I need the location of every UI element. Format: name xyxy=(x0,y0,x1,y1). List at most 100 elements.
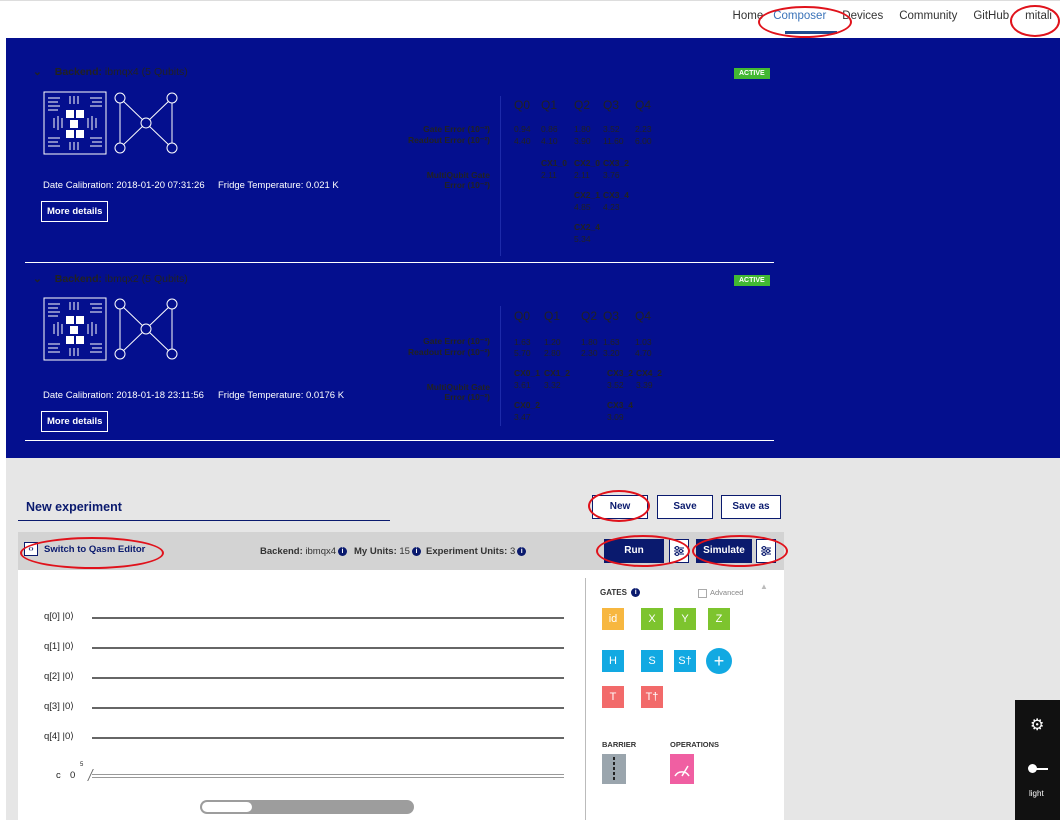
more-details-button[interactable]: More details xyxy=(41,411,109,432)
scroll-up-icon[interactable]: ▲ xyxy=(760,582,768,591)
gate-sdg[interactable]: S† xyxy=(674,650,696,672)
status-badge: ACTIVE xyxy=(734,275,770,286)
advanced-toggle[interactable]: Advanced xyxy=(698,588,743,598)
qubit-header: Q3 xyxy=(603,98,620,112)
backend-2-name: ibmqx2 (5 Qubits) xyxy=(104,273,188,285)
barrier-gate[interactable] xyxy=(602,754,626,784)
cx-name: CX0_1 xyxy=(514,368,540,378)
gate-s[interactable]: S xyxy=(641,650,663,672)
multiqubit-label-unit: Error (10⁻²) xyxy=(444,392,490,402)
switch-qasm-button[interactable]: Switch to Qasm Editor xyxy=(44,544,145,555)
cx-name: CX3_2 xyxy=(603,158,629,168)
gate-y[interactable]: Y xyxy=(674,608,696,630)
qubit-header: Q1 xyxy=(544,309,561,323)
classical-wire-top[interactable] xyxy=(92,774,564,775)
barrier-icon xyxy=(613,757,615,781)
cx-value: 4.85 xyxy=(574,202,591,212)
qubit-label: q[2] |0⟩ xyxy=(44,671,74,682)
gates-title: GATES i xyxy=(600,588,641,598)
nav-devices[interactable]: Devices xyxy=(834,10,891,22)
table-divider xyxy=(500,306,501,426)
cx-name: CX1_2 xyxy=(544,368,570,378)
simulate-settings-icon[interactable] xyxy=(756,539,776,563)
readout-error-value: 4.40 xyxy=(514,136,531,146)
qubit-label: q[1] |0⟩ xyxy=(44,641,74,652)
qubit-connectivity-diagram xyxy=(114,92,178,154)
qubit-wire[interactable] xyxy=(92,647,564,649)
qubit-label: q[0] |0⟩ xyxy=(44,611,74,622)
cx-name: CX4_2 xyxy=(636,368,662,378)
new-button[interactable]: New xyxy=(592,495,648,519)
run-button[interactable]: Run xyxy=(604,539,664,563)
gate-error-label: Gate Error (10⁻³) xyxy=(423,336,490,346)
save-button[interactable]: Save xyxy=(657,495,713,519)
info-icon[interactable]: i xyxy=(411,546,421,556)
cx-value: 3.32 xyxy=(544,380,561,390)
qubit-wire[interactable] xyxy=(92,737,564,739)
nav-community[interactable]: Community xyxy=(891,10,965,22)
theme-toggle-track[interactable] xyxy=(1036,768,1048,770)
qubit-header: Q0 xyxy=(514,309,531,323)
experiment-title[interactable]: New experiment xyxy=(26,500,122,514)
table-divider xyxy=(500,96,501,256)
top-nav: Home Composer Devices Community GitHub m… xyxy=(725,10,1060,22)
gate-t[interactable]: T xyxy=(602,686,624,708)
readout-error-value: 4.70 xyxy=(635,348,652,358)
cx-name: CX0_2 xyxy=(514,400,540,410)
cx-name: CX3_2 xyxy=(607,368,633,378)
bug-icon[interactable]: ⚙ xyxy=(1030,715,1044,735)
chevron-down-icon[interactable]: ⌄ xyxy=(33,273,42,285)
chip-image xyxy=(40,294,110,364)
gate-x[interactable]: X xyxy=(641,608,663,630)
run-settings-icon[interactable] xyxy=(669,539,689,563)
nav-github[interactable]: GitHub xyxy=(965,10,1017,22)
gate-z[interactable]: Z xyxy=(708,608,730,630)
add-gate-icon[interactable]: + xyxy=(706,648,732,674)
calibration-date: Date Calibration: 2018-01-18 23:11:56 xyxy=(43,390,204,401)
backend-1-header[interactable]: ⌄ Backend: ibmqx4 (5 Qubits) xyxy=(33,66,188,78)
cx-name: CX3_4 xyxy=(603,190,629,200)
readout-error-value: 3.90 xyxy=(574,136,591,146)
cx-value: 5.34 xyxy=(574,234,591,244)
qubit-label: q[3] |0⟩ xyxy=(44,701,74,712)
nav-user[interactable]: mitali xyxy=(1017,10,1060,22)
chevron-down-icon[interactable]: ⌄ xyxy=(33,66,42,78)
gate-error-value: 0.86 xyxy=(541,124,558,134)
info-icon[interactable]: i xyxy=(517,546,527,556)
barrier-label: BARRIER xyxy=(602,740,637,749)
gate-tdg[interactable]: T† xyxy=(641,686,663,708)
code-toggle-icon[interactable]: ‹› xyxy=(24,542,38,556)
readout-error-label: Readout Error (10⁻²) xyxy=(408,347,490,357)
qubit-wire[interactable] xyxy=(92,677,564,679)
cx-value: 4.23 xyxy=(603,202,620,212)
readout-error-value: 5.70 xyxy=(514,348,531,358)
gate-h[interactable]: H xyxy=(602,650,624,672)
qubit-label: q[4] |0⟩ xyxy=(44,731,74,742)
readout-error-value: 4.10 xyxy=(541,136,558,146)
classical-bit-count: 5 xyxy=(80,762,84,768)
qubit-wire[interactable] xyxy=(92,617,564,619)
info-icon[interactable]: i xyxy=(631,588,641,598)
gate-id[interactable]: id xyxy=(602,608,624,630)
gate-error-value: 1.63 xyxy=(514,337,531,347)
advanced-checkbox[interactable] xyxy=(698,588,707,598)
nav-composer[interactable]: Composer xyxy=(765,10,834,22)
info-icon[interactable]: i xyxy=(338,546,348,556)
title-underline xyxy=(18,520,390,521)
simulate-button[interactable]: Simulate xyxy=(696,539,752,563)
gate-error-value: 1.20 xyxy=(544,337,561,347)
backend-2-header[interactable]: ⌄ Backend: ibmqx2 (5 Qubits) xyxy=(33,273,188,285)
qubit-header: Q1 xyxy=(541,98,558,112)
scrollbar-thumb[interactable] xyxy=(202,802,252,812)
readout-error-value: 2.80 xyxy=(544,348,561,358)
qubit-header: Q4 xyxy=(635,309,652,323)
more-details-button[interactable]: More details xyxy=(41,201,109,222)
qubit-connectivity-diagram xyxy=(114,298,178,360)
nav-home[interactable]: Home xyxy=(725,10,772,22)
qubit-header: Q3 xyxy=(603,309,620,323)
qubit-wire[interactable] xyxy=(92,707,564,709)
qubit-header: Q4 xyxy=(635,98,652,112)
measure-gate[interactable] xyxy=(670,754,694,784)
cx-value: 2.11 xyxy=(574,170,590,180)
save-as-button[interactable]: Save as xyxy=(721,495,781,519)
